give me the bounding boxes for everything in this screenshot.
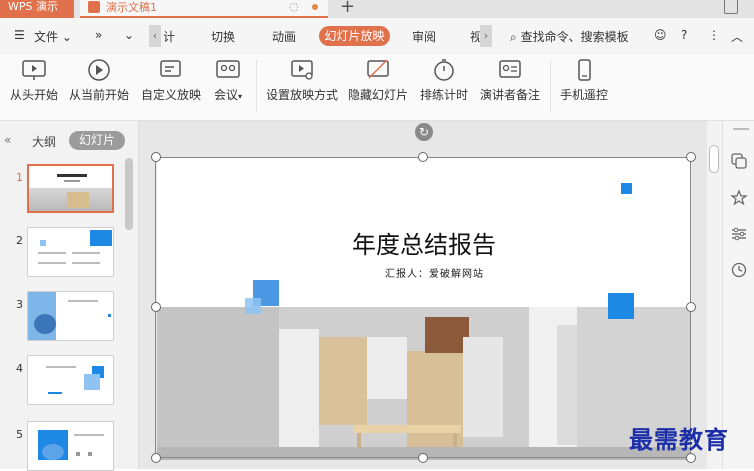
hamburger-menu-icon[interactable]: ☰ — [14, 28, 25, 42]
custom-show-icon — [160, 60, 181, 77]
slide-number: 2 — [16, 234, 23, 247]
slides-scrollbar-thumb[interactable] — [125, 158, 133, 230]
custom-show-label: 自定义放映 — [140, 88, 201, 102]
menu-tab-animation[interactable]: 动画 — [272, 28, 296, 45]
rail-grip — [733, 128, 749, 130]
stopwatch-icon — [434, 59, 454, 81]
feedback-icon[interactable]: ☺ — [654, 28, 667, 42]
slide-thumbnail-2[interactable] — [27, 227, 114, 277]
object-format-icon[interactable] — [730, 152, 748, 170]
play-circle-icon — [88, 59, 110, 81]
document-tab[interactable]: 演示文稿1 ◌ — [80, 0, 328, 18]
rehearse-timings-label: 排练计时 — [419, 88, 468, 102]
star-effects-icon[interactable] — [730, 189, 748, 207]
custom-show-button[interactable]: 自定义放映 — [139, 58, 203, 103]
menu-file-label: 文件 — [34, 30, 59, 44]
ribbon-separator — [550, 60, 551, 112]
more-options-icon[interactable]: ⋮ — [708, 28, 720, 42]
hide-slide-button[interactable]: 隐藏幻灯片 — [346, 58, 410, 103]
settings-sliders-icon[interactable] — [730, 225, 748, 243]
play-from-start-label: 从头开始 — [9, 88, 58, 102]
meeting-icon — [216, 60, 240, 78]
slide-number: 3 — [16, 298, 23, 311]
resize-handle-e[interactable] — [686, 302, 696, 312]
slide-thumbnail-5[interactable] — [27, 421, 114, 471]
slide-number: 1 — [16, 171, 23, 184]
resize-handle-n[interactable] — [418, 152, 428, 162]
tab-outline[interactable]: 大纲 — [32, 133, 56, 150]
slideshow-settings-label: 设置放映方式 — [265, 88, 338, 102]
phone-remote-icon — [578, 59, 591, 81]
canvas-scrollbar-thumb[interactable] — [709, 145, 719, 173]
selection-frame — [155, 157, 691, 458]
save-icon[interactable]: ⌄ — [124, 28, 134, 42]
speaker-notes-icon — [499, 60, 521, 78]
collapse-panel-icon[interactable]: « — [4, 133, 11, 147]
play-from-start-icon — [22, 60, 46, 80]
menu-scroll-right-arrow[interactable]: › — [480, 25, 492, 47]
slide-number: 5 — [16, 428, 23, 441]
speaker-notes-label: 演讲者备注 — [479, 88, 540, 102]
phone-remote-label: 手机遥控 — [559, 88, 608, 102]
speaker-notes-button[interactable]: 演讲者备注 — [478, 58, 542, 103]
resize-handle-s[interactable] — [418, 453, 428, 463]
play-from-current-button[interactable]: 从当前开始 — [67, 58, 131, 103]
window-layout-icon[interactable] — [724, 0, 738, 14]
app-tab[interactable]: WPS 演示 — [0, 0, 74, 18]
cloud-status-icon[interactable]: ◌ — [289, 0, 299, 13]
presentation-file-icon — [88, 1, 100, 13]
document-tab-label: 演示文稿1 — [106, 1, 157, 14]
slide-thumbnail-4[interactable] — [27, 355, 114, 405]
search-icon: ⌕ — [510, 30, 517, 44]
play-from-current-label: 从当前开始 — [68, 88, 129, 102]
resize-handle-nw[interactable] — [151, 152, 161, 162]
hide-slide-icon — [367, 59, 389, 79]
hide-slide-label: 隐藏幻灯片 — [347, 88, 408, 102]
menu-scroll-left-arrow[interactable]: ‹ — [149, 25, 161, 47]
help-icon[interactable]: ? — [681, 28, 687, 42]
history-icon[interactable] — [730, 261, 748, 279]
dropdown-caret-icon: ▾ — [238, 92, 243, 101]
menu-file[interactable]: 文件 ⌄ — [34, 28, 72, 45]
ribbon-separator — [256, 60, 257, 112]
rotate-handle-icon[interactable]: ↻ — [415, 123, 433, 141]
slide-thumbnail-3[interactable] — [27, 291, 114, 341]
more-menus-icon[interactable]: » — [95, 28, 102, 42]
meeting-label: 会议 — [213, 88, 238, 102]
app-name: WPS 演示 — [8, 0, 58, 13]
resize-handle-w[interactable] — [151, 302, 161, 312]
menu-tab-transition[interactable]: 切换 — [211, 28, 235, 45]
unsaved-dot-icon — [312, 4, 318, 10]
right-tool-rail — [722, 121, 754, 469]
slide-thumbnail-1[interactable] — [27, 164, 114, 213]
rehearse-timings-button[interactable]: 排练计时 — [418, 58, 470, 103]
watermark-text: 最需教育 — [629, 425, 729, 454]
menu-tab-design[interactable]: 计 — [163, 28, 175, 45]
tab-slides[interactable]: 幻灯片 — [69, 131, 125, 150]
slideshow-settings-icon — [291, 60, 313, 80]
canvas-scrollbar[interactable] — [707, 121, 722, 469]
meeting-button[interactable]: 会议▾ — [210, 58, 246, 103]
search-command[interactable]: ⌕ 查找命令、搜索模板 — [510, 28, 629, 45]
slideshow-settings-button[interactable]: 设置放映方式 — [264, 58, 340, 103]
phone-remote-button[interactable]: 手机遥控 — [558, 58, 610, 103]
menu-tab-slideshow[interactable]: 幻灯片放映 — [319, 26, 390, 46]
slide-number: 4 — [16, 362, 23, 375]
slides-scrollbar[interactable] — [124, 156, 134, 469]
play-from-start-button[interactable]: 从头开始 — [8, 58, 60, 103]
collapse-ribbon-icon[interactable]: ︿ — [731, 28, 743, 45]
resize-handle-ne[interactable] — [686, 152, 696, 162]
new-tab-button[interactable]: + — [340, 0, 355, 17]
menu-tab-review[interactable]: 审阅 — [412, 28, 436, 45]
resize-handle-sw[interactable] — [151, 453, 161, 463]
ribbon-toolbar: 从头开始 从当前开始 自定义放映 会议▾ 设置放映方式 隐藏幻灯片 排练计时 演… — [0, 54, 754, 121]
search-label: 查找命令、搜索模板 — [520, 30, 629, 44]
